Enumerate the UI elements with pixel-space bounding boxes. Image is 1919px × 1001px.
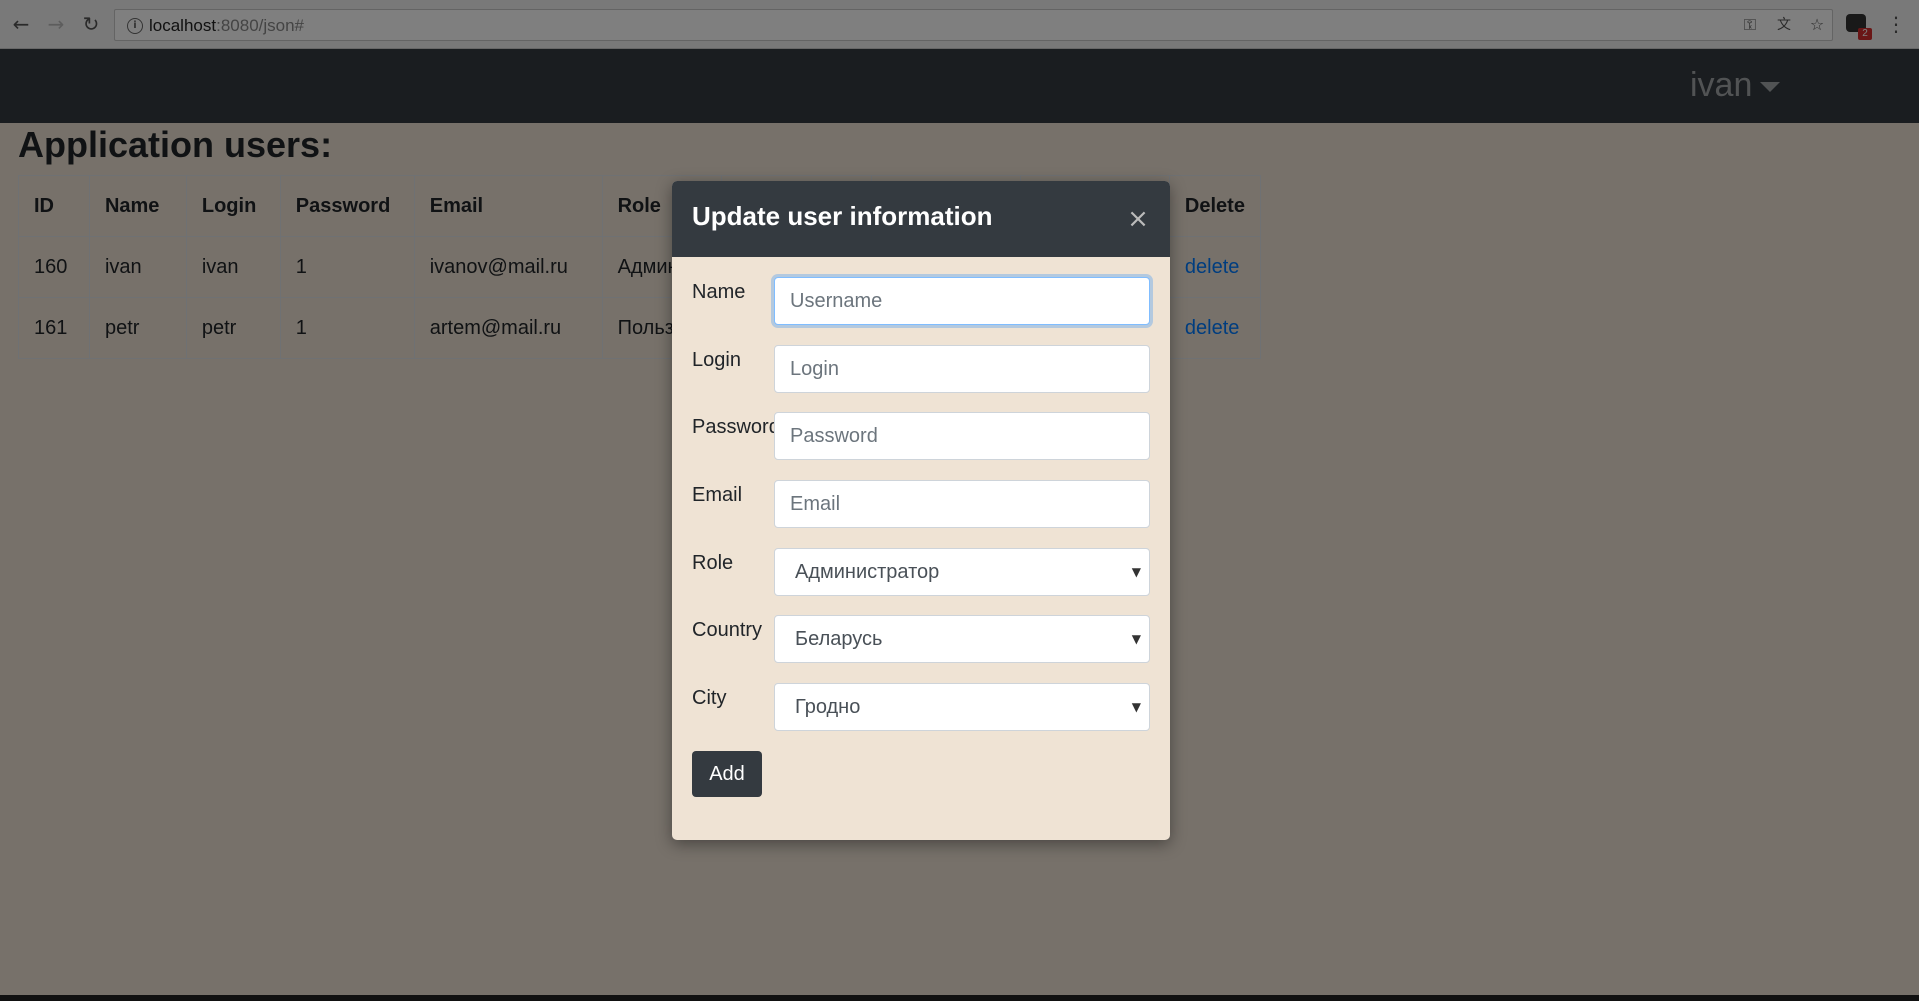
form-row-city: City Гродно ▼ [692, 683, 1150, 733]
name-label: Name [692, 281, 746, 303]
login-input[interactable] [774, 345, 1150, 393]
bottom-strip [0, 995, 1919, 1001]
name-input[interactable] [774, 277, 1150, 325]
role-select[interactable]: Администратор ▼ [774, 548, 1150, 596]
add-button[interactable]: Add [692, 751, 762, 797]
chevron-down-icon: ▼ [1131, 632, 1141, 646]
country-label: Country [692, 619, 763, 641]
country-select-value: Беларусь [795, 628, 883, 650]
login-label: Login [692, 349, 741, 371]
password-input[interactable] [774, 412, 1150, 460]
country-select[interactable]: Беларусь ▼ [774, 615, 1150, 663]
chevron-down-icon: ▼ [1131, 700, 1141, 714]
modal-title: Update user information [692, 201, 993, 231]
modal-header: Update user information × [672, 181, 1170, 257]
form-row-name: Name [692, 277, 1150, 327]
form-row-email: Email [692, 480, 1150, 530]
form-row-login: Login [692, 345, 1150, 395]
email-label: Email [692, 484, 743, 506]
close-icon[interactable]: × [1126, 203, 1150, 235]
email-input[interactable] [774, 480, 1150, 528]
chevron-down-icon: ▼ [1131, 565, 1141, 579]
form-row-role: Role Администратор ▼ [692, 548, 1150, 598]
role-select-value: Администратор [795, 561, 940, 583]
update-user-modal: Update user information × Name Login Pas… [672, 181, 1170, 840]
password-label: Password [692, 416, 780, 438]
role-label: Role [692, 552, 734, 574]
form-row-country: Country Беларусь ▼ [692, 615, 1150, 665]
city-select-value: Гродно [795, 696, 861, 718]
form-row-password: Password [692, 412, 1150, 462]
city-label: City [692, 687, 727, 709]
city-select[interactable]: Гродно ▼ [774, 683, 1150, 731]
